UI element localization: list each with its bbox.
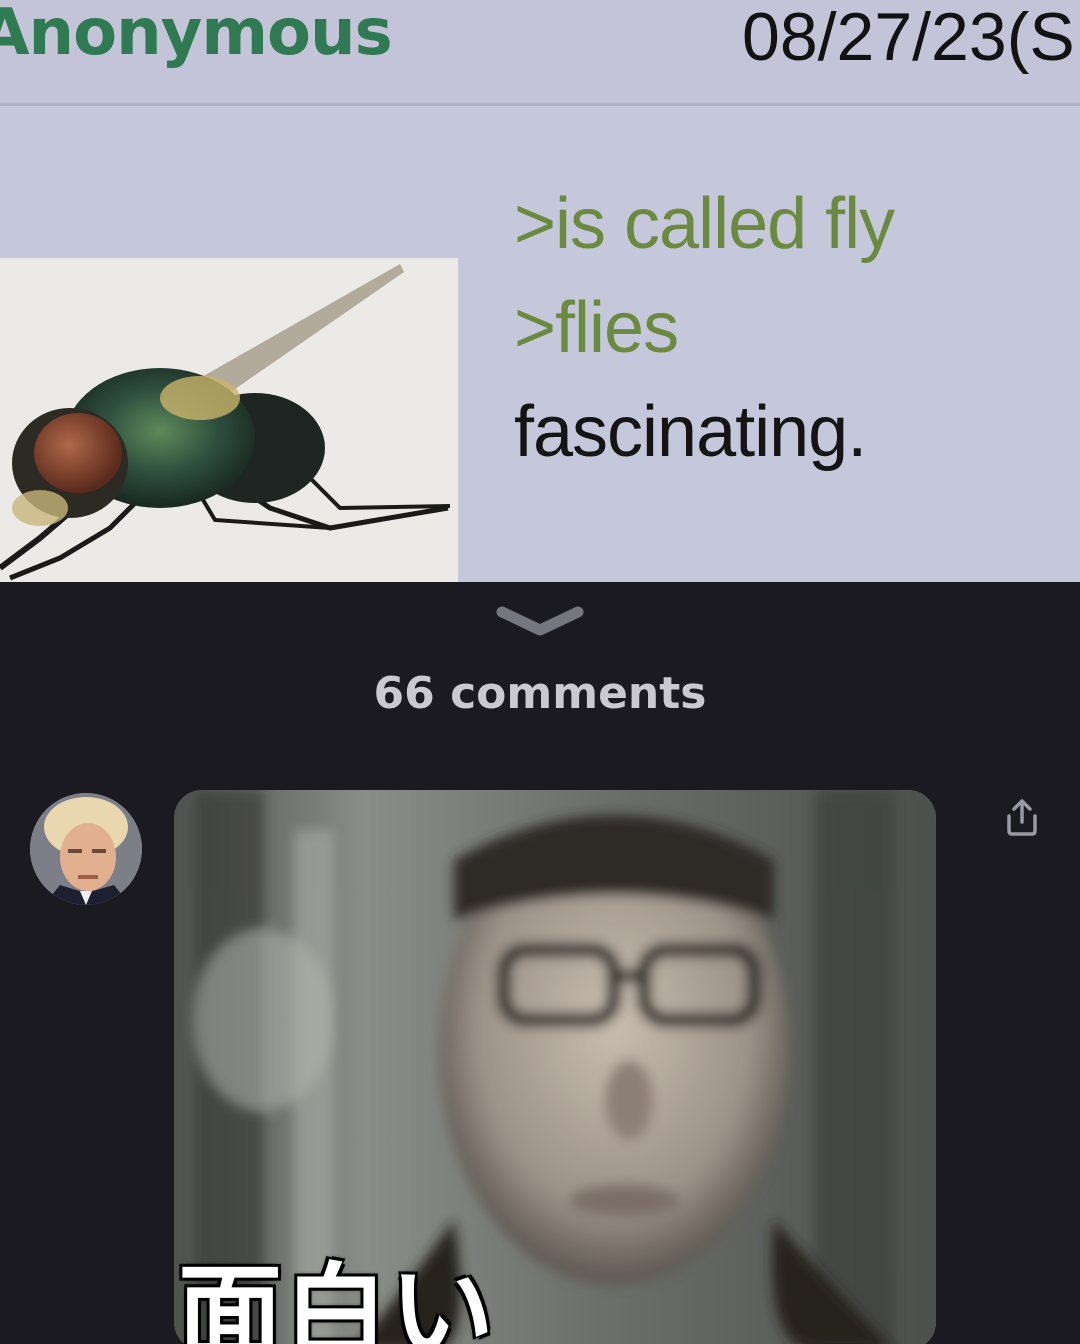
imageboard-post: Anonymous 08/27/23(S >is called fly >fli… <box>0 0 1080 582</box>
avatar[interactable] <box>30 793 142 905</box>
poster-name: Anonymous <box>0 0 393 70</box>
greentext-line: >is called fly <box>514 184 895 264</box>
fly-image[interactable] <box>0 258 458 582</box>
post-body: >is called fly >flies fascinating. <box>514 172 1074 484</box>
post-text: fascinating. <box>514 392 867 472</box>
post-date: 08/27/23(S <box>742 0 1075 75</box>
post-header: Anonymous 08/27/23(S <box>0 0 1080 106</box>
chevron-down-icon[interactable] <box>494 604 586 640</box>
greentext-line: >flies <box>514 288 679 368</box>
comment-count[interactable]: 66 comments <box>0 668 1080 719</box>
image-caption: 面白い <box>178 1252 497 1344</box>
share-icon[interactable] <box>1000 796 1044 840</box>
